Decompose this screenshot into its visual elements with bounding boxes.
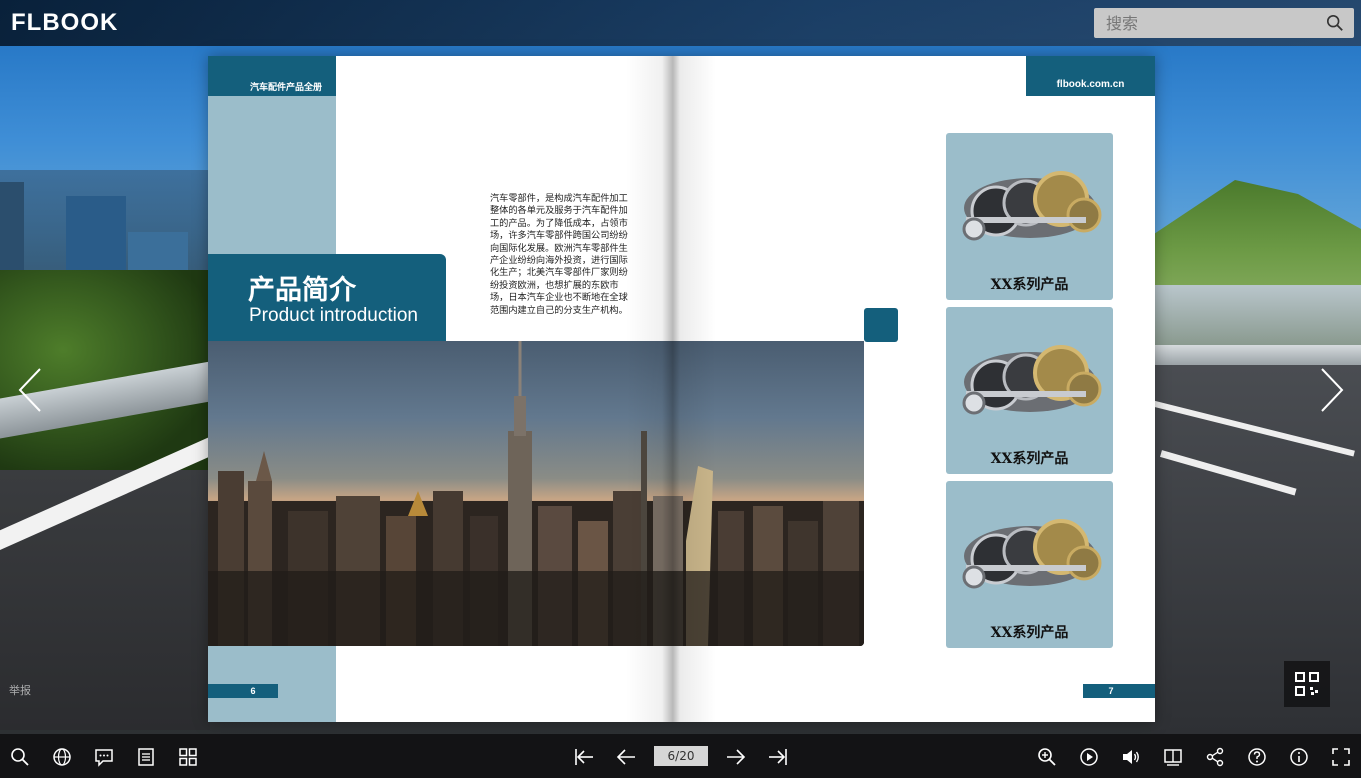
product-label: XX系列产品 <box>990 277 1069 293</box>
bg-guardrail <box>1151 345 1361 365</box>
share-icon[interactable] <box>1205 747 1225 767</box>
next-page-arrow-icon[interactable] <box>1316 367 1346 413</box>
next-page-icon[interactable] <box>726 747 746 767</box>
catalog-title: 汽车配件产品全册 <box>250 83 323 93</box>
autoplay-icon[interactable] <box>1079 747 1099 767</box>
last-page-icon[interactable] <box>768 747 788 767</box>
accent-square <box>864 308 898 342</box>
logo[interactable]: FLBOOK <box>11 10 118 36</box>
title-chinese: 产品简介 <box>248 275 356 306</box>
search-box <box>1094 8 1354 38</box>
qr-code-icon <box>1295 672 1319 696</box>
fullscreen-icon[interactable] <box>1331 747 1351 767</box>
product-card[interactable]: XX系列产品 <box>946 481 1113 648</box>
sound-icon[interactable] <box>1121 747 1141 767</box>
search-icon[interactable] <box>1326 14 1344 32</box>
product-card[interactable]: XX系列产品 <box>946 133 1113 300</box>
bg-town <box>1151 285 1361 345</box>
product-label: XX系列产品 <box>990 451 1069 467</box>
right-page-header <box>1026 56 1155 96</box>
first-page-icon[interactable] <box>574 747 594 767</box>
zoom-in-icon[interactable] <box>1037 747 1057 767</box>
website-label: flbook.com.cn <box>1056 79 1125 90</box>
skyline-illustration <box>208 341 864 646</box>
report-link[interactable]: 举报 <box>9 682 31 698</box>
product-card[interactable]: XX系列产品 <box>946 307 1113 474</box>
qr-code-button[interactable] <box>1284 661 1330 707</box>
intro-paragraph: 汽车零部件，是构成汽车配件加工整体的各单元及服务于汽车配件加工的产品。为了降低成… <box>490 193 628 316</box>
gear-assembly-image <box>962 345 1102 415</box>
info-icon[interactable] <box>1289 747 1309 767</box>
search-input[interactable] <box>1094 8 1324 38</box>
table-of-contents-icon[interactable] <box>136 747 156 767</box>
comment-icon[interactable] <box>94 747 114 767</box>
left-page-number: 6 <box>250 686 256 696</box>
help-icon[interactable] <box>1247 747 1267 767</box>
book-gutter <box>626 56 716 722</box>
thumbnails-icon[interactable] <box>178 747 198 767</box>
title-english: Product introduction <box>249 305 418 326</box>
top-bar: FLBOOK <box>0 0 1361 46</box>
product-label: XX系列产品 <box>990 625 1069 641</box>
previous-page-icon[interactable] <box>616 747 636 767</box>
previous-page-arrow-icon[interactable] <box>16 367 46 413</box>
search-icon[interactable] <box>10 747 30 767</box>
globe-icon[interactable] <box>52 747 72 767</box>
book-mode-icon[interactable] <box>1163 747 1183 767</box>
bg-road <box>0 470 210 730</box>
flipbook[interactable]: 汽车配件产品全册 汽车零部件，是构成汽车配件加工整体的各单元及服务于汽车配件加工… <box>208 56 1155 722</box>
page-indicator-input[interactable]: 6/20 <box>654 746 708 766</box>
gear-assembly-image <box>962 171 1102 241</box>
right-page-number: 7 <box>1108 686 1114 696</box>
city-skyline-image <box>208 341 864 646</box>
gear-assembly-image <box>962 519 1102 589</box>
